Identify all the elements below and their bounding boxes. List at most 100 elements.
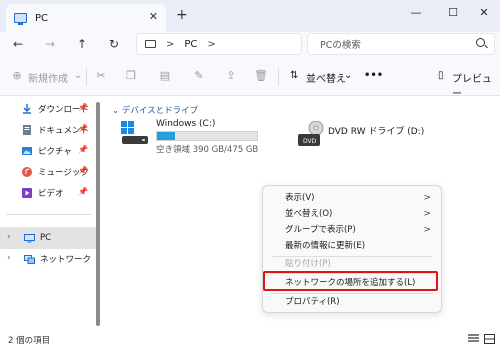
monitor-icon (145, 40, 156, 48)
drive-free-space: 空き領域 390 GB/475 GB (156, 145, 259, 155)
cut-icon[interactable]: ✂ (94, 69, 108, 83)
network-icon (24, 254, 35, 264)
drive-name-c[interactable]: Windows (C:) (156, 119, 215, 129)
pictures-icon (22, 147, 32, 155)
pin-icon[interactable]: 📌 (78, 103, 88, 112)
toolbar-divider (86, 68, 87, 86)
expand-chevron-icon[interactable]: › (7, 253, 11, 263)
group-header-devices[interactable]: ⌄ デバイスとドライブ (112, 104, 198, 116)
refresh-icon[interactable]: ↻ (106, 37, 122, 51)
expand-chevron-icon[interactable]: › (7, 232, 11, 242)
download-icon (23, 104, 31, 114)
sidebar-item-pictures[interactable]: ピクチャ 📌 (0, 140, 96, 162)
submenu-chevron-icon: > (423, 193, 431, 203)
drive-name-d[interactable]: DVD RW ドライブ (D:) (328, 124, 424, 137)
navigation-pane: ダウンロード 📌 ドキュメント 📌 ピクチャ 📌 ミュージック 📌 ビデオ 📌 … (0, 96, 100, 330)
storage-bar-fill (157, 132, 175, 140)
paste-icon[interactable]: ▤ (158, 69, 172, 83)
sort-chevron-icon[interactable]: ⌄ (344, 70, 352, 81)
sort-icon: ⇅ (290, 70, 299, 81)
new-dropdown-chevron-icon[interactable]: ⌄ (74, 70, 82, 81)
menu-item-properties[interactable]: プロパティ(R) (263, 294, 441, 310)
tab-close-button[interactable]: ✕ (149, 10, 158, 23)
pin-icon[interactable]: 📌 (78, 166, 88, 175)
sidebar-item-music[interactable]: ミュージック 📌 (0, 161, 96, 183)
sidebar-item-downloads[interactable]: ダウンロード 📌 (0, 98, 96, 120)
search-box[interactable]: PCの検索 (307, 33, 495, 55)
sort-button[interactable]: 並べ替え (306, 70, 346, 85)
up-arrow-icon[interactable]: ↑ (74, 37, 90, 51)
close-button[interactable]: ✕ (474, 6, 494, 19)
pin-icon[interactable]: 📌 (78, 124, 88, 133)
sidebar-scrollbar[interactable] (96, 102, 100, 326)
sidebar-item-documents[interactable]: ドキュメント 📌 (0, 119, 96, 141)
music-icon (22, 167, 32, 177)
dvd-drive-icon[interactable]: DVD (296, 121, 326, 147)
submenu-chevron-icon: > (423, 209, 431, 219)
menu-item-view[interactable]: 表示(V) > (263, 190, 441, 206)
sidebar-divider (6, 214, 92, 215)
context-menu: 表示(V) > 並べ替え(O) > グループで表示(P) > 最新の情報に更新(… (262, 185, 442, 313)
sidebar-item-pc[interactable]: › PC (0, 227, 96, 249)
navigation-bar: ← → ↑ ↻ > PC > PCの検索 (0, 32, 500, 58)
search-input[interactable]: PCの検索 (320, 37, 361, 51)
maximize-button[interactable]: ☐ (443, 6, 463, 19)
preview-pane-icon: ▯ (438, 70, 444, 81)
preview-button[interactable]: プレビュー (452, 70, 500, 100)
group-header-label: デバイスとドライブ (121, 106, 199, 116)
command-bar: ⊕ 新規作成 ⌄ ✂ ❐ ▤ ✎ ⇪ 🗑 ⇅ 並べ替え ⌄ ••• ▯ プレビュ… (0, 58, 500, 100)
menu-item-sort[interactable]: 並べ替え(O) > (263, 206, 441, 222)
menu-item-label: 表示(V) (285, 193, 315, 203)
item-count: 2 個の項目 (8, 336, 51, 346)
share-icon[interactable]: ⇪ (224, 69, 238, 83)
menu-item-refresh[interactable]: 最新の情報に更新(E) (263, 238, 441, 254)
sidebar-item-label: PC (40, 233, 52, 243)
tab-pc[interactable]: PC ✕ (6, 4, 166, 32)
menu-item-paste: 貼り付け(P) (263, 256, 441, 272)
status-bar: 2 個の項目 (0, 330, 500, 349)
menu-item-label: 貼り付け(P) (285, 259, 331, 269)
copy-icon[interactable]: ❐ (124, 69, 138, 83)
toolbar-divider (278, 68, 279, 86)
breadcrumb-separator: > (166, 38, 175, 50)
breadcrumb-pc[interactable]: PC (184, 39, 197, 50)
menu-item-label: グループで表示(P) (285, 225, 356, 235)
forward-arrow-icon[interactable]: → (42, 37, 58, 51)
menu-item-label: 最新の情報に更新(E) (285, 241, 366, 251)
breadcrumb-chevron[interactable]: > (207, 39, 215, 50)
sidebar-item-label: ビデオ (38, 189, 64, 199)
pc-icon (24, 233, 35, 242)
sidebar-item-network[interactable]: › ネットワーク (0, 248, 96, 270)
delete-icon[interactable]: 🗑 (254, 69, 268, 83)
back-arrow-icon[interactable]: ← (10, 37, 26, 51)
group-chevron-icon: ⌄ (112, 106, 122, 116)
menu-item-group-by[interactable]: グループで表示(P) > (263, 222, 441, 238)
minimize-button[interactable]: — (406, 6, 426, 19)
search-icon (476, 38, 485, 47)
new-tab-button[interactable]: + (176, 7, 188, 23)
new-plus-icon: ⊕ (12, 69, 22, 82)
more-options-button[interactable]: ••• (364, 70, 383, 81)
pin-icon[interactable]: 📌 (78, 187, 88, 196)
dvd-badge-text: DVD (303, 138, 317, 145)
tiles-view-icon[interactable] (484, 334, 495, 344)
tab-title: PC (35, 12, 49, 24)
details-view-icon[interactable] (468, 334, 479, 344)
highlight-box (263, 271, 438, 291)
submenu-chevron-icon: > (423, 225, 431, 235)
sidebar-item-videos[interactable]: ビデオ 📌 (0, 182, 96, 204)
sidebar-item-label: ピクチャ (38, 147, 72, 157)
pin-icon[interactable]: 📌 (78, 145, 88, 154)
address-bar[interactable]: > PC > (136, 33, 302, 55)
videos-icon (22, 188, 32, 198)
windows-drive-icon[interactable] (120, 121, 150, 147)
menu-item-label: 並べ替え(O) (285, 209, 333, 219)
sidebar-item-label: ネットワーク (40, 255, 92, 265)
storage-bar (156, 131, 258, 141)
new-button[interactable]: 新規作成 (28, 70, 68, 85)
documents-icon (23, 125, 31, 135)
title-bar: PC ✕ + — ☐ ✕ (0, 0, 500, 32)
menu-item-label: プロパティ(R) (285, 297, 340, 307)
rename-icon[interactable]: ✎ (192, 69, 206, 83)
pc-icon (14, 13, 27, 25)
